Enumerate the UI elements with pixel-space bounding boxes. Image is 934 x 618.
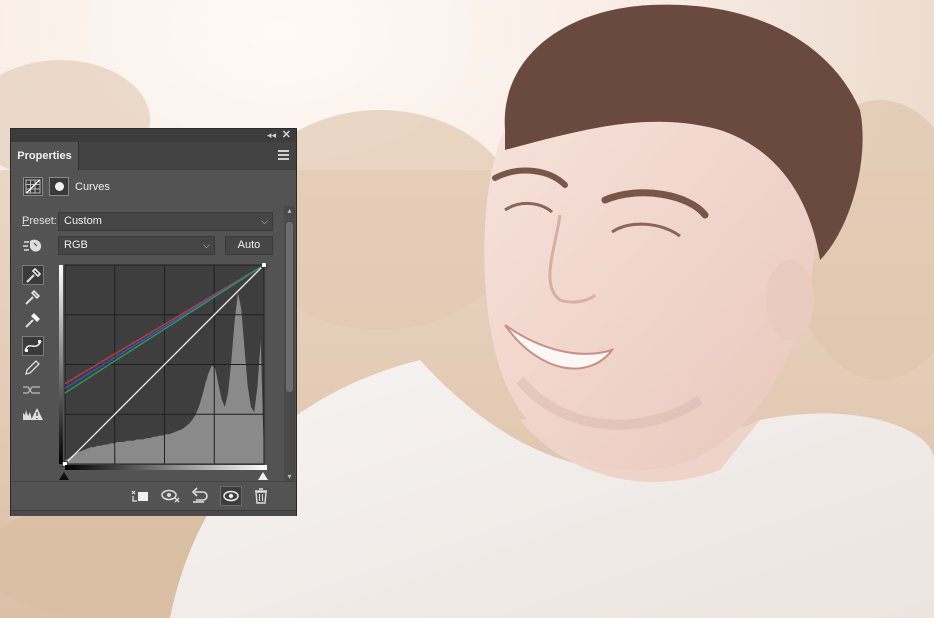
eye-visibility-icon[interactable]	[220, 486, 242, 506]
draw-pencil-icon[interactable]	[22, 359, 44, 379]
preset-label-rest: reset:	[29, 215, 57, 227]
on-image-adjust-icon[interactable]	[22, 237, 44, 255]
hamburger-menu-icon[interactable]	[278, 150, 289, 160]
black-point-eyedropper-icon[interactable]	[22, 265, 44, 285]
curve-point-white	[261, 263, 267, 268]
channel-value: RGB	[64, 239, 88, 251]
white-point-eyedropper-icon[interactable]	[22, 311, 44, 331]
close-icon[interactable]: ✕	[282, 129, 291, 142]
trash-icon[interactable]	[251, 486, 273, 506]
scroll-down-arrow-icon[interactable]: ▾	[284, 472, 295, 481]
show-clipping-warning-icon[interactable]	[22, 405, 44, 425]
edit-points-curve-icon[interactable]	[22, 336, 44, 356]
channel-dropdown[interactable]: RGB ⌵	[58, 236, 215, 255]
gray-point-eyedropper-icon[interactable]	[22, 288, 44, 308]
layer-mask-icon[interactable]	[49, 177, 69, 196]
smooth-curve-icon[interactable]	[22, 381, 44, 401]
panel-tab-row: Properties	[11, 142, 296, 170]
scroll-up-arrow-icon[interactable]: ▴	[284, 206, 295, 215]
chevron-down-icon: ⌵	[261, 216, 268, 226]
output-gradient-bar	[59, 265, 63, 464]
curves-graph[interactable]	[59, 263, 272, 478]
double-chevron-left-icon[interactable]: ◂◂	[267, 129, 276, 142]
clip-to-layer-icon[interactable]	[129, 486, 151, 506]
adjustment-title: Curves	[75, 181, 110, 193]
view-previous-state-icon[interactable]	[160, 486, 182, 506]
tab-properties[interactable]: Properties	[11, 142, 79, 170]
reset-icon[interactable]	[189, 486, 211, 506]
chevron-down-icon: ⌵	[203, 240, 210, 250]
curves-adjustment-icon[interactable]	[23, 177, 43, 196]
panel-bottom-strip	[11, 510, 296, 516]
preset-value: Custom	[64, 215, 102, 227]
preset-dropdown[interactable]: Custom ⌵	[58, 212, 273, 231]
panel-titlebar[interactable]: ◂◂ ✕	[11, 129, 296, 142]
preset-label: Preset:	[22, 215, 57, 227]
panel-footer	[11, 481, 296, 510]
scrollbar-thumb[interactable]	[286, 222, 293, 392]
input-gradient-bar	[65, 465, 267, 470]
white-point-slider-handle[interactable]	[258, 472, 268, 480]
properties-panel: ◂◂ ✕ Properties Curves Preset: Custom ⌵ …	[10, 128, 297, 516]
panel-scrollbar[interactable]: ▴ ▾	[284, 206, 295, 481]
auto-button[interactable]: Auto	[225, 236, 273, 255]
black-point-slider-handle[interactable]	[59, 472, 69, 480]
